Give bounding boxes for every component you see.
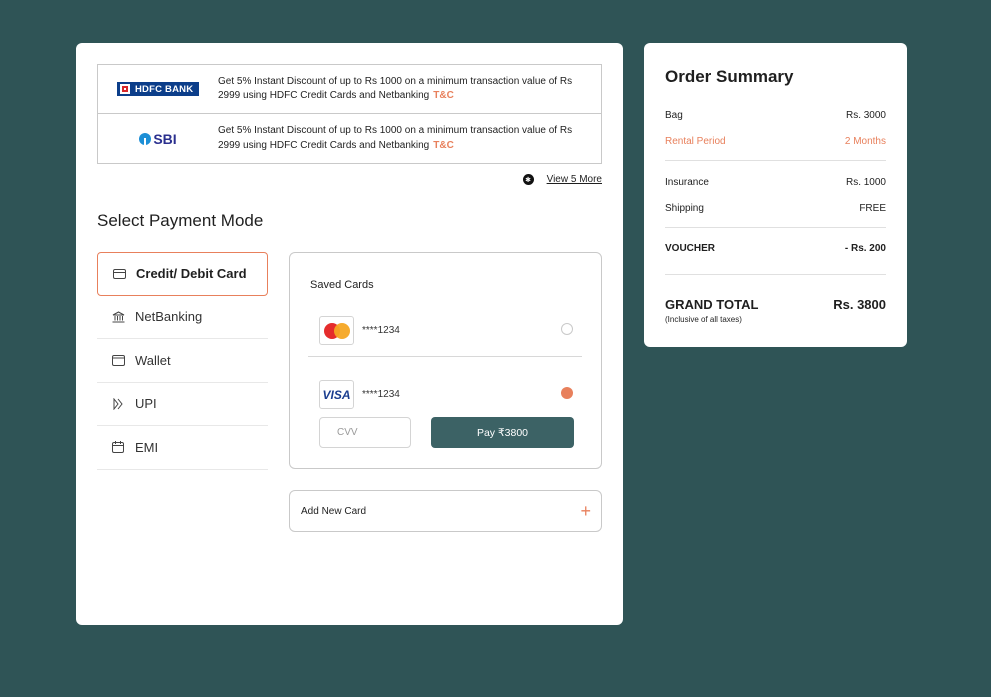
summary-value: FREE: [859, 203, 886, 214]
summary-row-rental: Rental Period 2 Months: [665, 136, 886, 147]
offer-row-hdfc: HDFC BANK Get 5% Instant Discount of up …: [98, 65, 601, 114]
upi-icon: [111, 397, 125, 410]
payment-mode-label: UPI: [135, 396, 157, 412]
sbi-mark-icon: [139, 132, 152, 145]
summary-label: Insurance: [665, 177, 709, 188]
payment-mode-list: Credit/ Debit Card NetBanking Wallet UPI…: [97, 252, 268, 470]
terms-link[interactable]: T&C: [433, 90, 454, 101]
card-number: ****1234: [362, 325, 400, 336]
summary-row-insurance: Insurance Rs. 1000: [665, 177, 886, 188]
payment-mode-wallet[interactable]: Wallet: [97, 339, 268, 383]
payment-mode-netbanking[interactable]: NetBanking: [97, 296, 268, 339]
bank-offers: HDFC BANK Get 5% Instant Discount of up …: [97, 64, 602, 164]
grand-total-note: (Inclusive of all taxes): [665, 315, 742, 324]
summary-label: Rental Period: [665, 136, 726, 147]
summary-label: VOUCHER: [665, 243, 716, 254]
order-summary-panel: Order Summary Bag Rs. 3000 Rental Period…: [644, 43, 907, 347]
plus-icon: +: [580, 501, 591, 521]
offer-text: Get 5% Instant Discount of up to Rs 1000…: [218, 124, 578, 153]
hdfc-mark-icon: [120, 84, 130, 94]
saved-card-mastercard[interactable]: ****1234: [319, 316, 400, 345]
sbi-logo-text: SBI: [153, 130, 177, 147]
offer-row-sbi: SBI Get 5% Instant Discount of up to Rs …: [98, 114, 601, 163]
add-new-card-label: Add New Card: [301, 505, 367, 517]
payment-mode-label: Credit/ Debit Card: [136, 266, 247, 282]
hdfc-logo: HDFC BANK: [98, 82, 218, 96]
view-more-link[interactable]: ✱ View 5 More: [522, 174, 602, 185]
wallet-icon: [111, 354, 125, 366]
add-new-card-button[interactable]: Add New Card +: [289, 490, 602, 532]
grand-total-value: Rs. 3800: [833, 297, 886, 312]
summary-label: Shipping: [665, 203, 704, 214]
bank-icon: [111, 311, 125, 323]
payment-mode-upi[interactable]: UPI: [97, 383, 268, 426]
offer-badge-icon: ✱: [522, 174, 534, 185]
summary-value: Rs. 3000: [845, 110, 886, 121]
payment-panel: HDFC BANK Get 5% Instant Discount of up …: [76, 43, 623, 625]
offer-description: Get 5% Instant Discount of up to Rs 1000…: [218, 75, 573, 102]
hdfc-logo-text: HDFC BANK: [135, 83, 194, 95]
summary-row-shipping: Shipping FREE: [665, 203, 886, 214]
summary-label: Bag: [665, 110, 683, 121]
summary-divider: [665, 227, 886, 228]
payment-mode-label: EMI: [135, 439, 159, 455]
card-number: ****1234: [362, 389, 400, 400]
summary-divider: [665, 160, 886, 161]
payment-mode-label: NetBanking: [135, 309, 203, 325]
saved-cards-panel: Saved Cards ****1234 VISA ****1234 Pay ₹…: [289, 252, 602, 469]
payment-mode-title: Select Payment Mode: [97, 211, 264, 230]
summary-value: - Rs. 200: [844, 243, 886, 254]
visa-icon: VISA: [319, 380, 354, 409]
summary-row-bag: Bag Rs. 3000: [665, 110, 886, 121]
summary-value: 2 Months: [844, 136, 886, 147]
mastercard-icon: [319, 316, 354, 345]
payment-mode-card[interactable]: Credit/ Debit Card: [97, 252, 268, 296]
sbi-logo: SBI: [98, 131, 218, 147]
cvv-input[interactable]: [319, 417, 411, 448]
saved-cards-title: Saved Cards: [310, 279, 374, 291]
grand-total-row: GRAND TOTAL Rs. 3800: [665, 297, 886, 312]
card-radio-selected[interactable]: [561, 387, 573, 399]
summary-row-voucher: VOUCHER - Rs. 200: [665, 243, 886, 254]
offer-text: Get 5% Instant Discount of up to Rs 1000…: [218, 75, 578, 104]
view-more-label[interactable]: View 5 More: [547, 174, 602, 185]
card-radio-unselected[interactable]: [561, 323, 573, 335]
pay-button[interactable]: Pay ₹3800: [431, 417, 574, 448]
grand-total-label: GRAND TOTAL: [665, 297, 759, 312]
payment-mode-emi[interactable]: EMI: [97, 426, 268, 470]
order-summary-title: Order Summary: [665, 67, 794, 86]
saved-card-visa[interactable]: VISA ****1234: [319, 380, 400, 409]
summary-divider: [665, 274, 886, 275]
card-divider: [308, 356, 582, 357]
terms-link[interactable]: T&C: [433, 140, 454, 151]
payment-mode-label: Wallet: [135, 352, 171, 368]
summary-value: Rs. 1000: [845, 177, 886, 188]
offer-description: Get 5% Instant Discount of up to Rs 1000…: [218, 125, 573, 151]
calendar-icon: [111, 441, 125, 454]
card-icon: [112, 268, 126, 279]
